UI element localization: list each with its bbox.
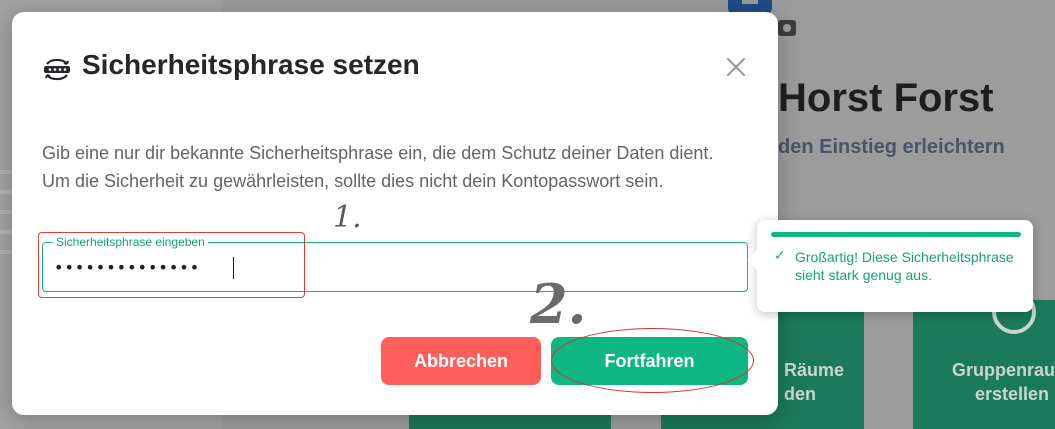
card-rooms-label-2: den bbox=[784, 384, 817, 404]
strength-popover: ✓ Großartig! Diese Sicherheitsphrase sie… bbox=[747, 220, 1033, 312]
annotation-highlight-ellipse bbox=[551, 328, 754, 393]
dialog-title: Sicherheitsphrase setzen bbox=[82, 49, 420, 80]
strength-message: Großartig! Diese Sicherheitsphrase sieht… bbox=[795, 249, 1014, 283]
card-group-label-2: erstellen bbox=[975, 384, 1050, 404]
annotation-step-1: 1. bbox=[333, 200, 362, 235]
camera-icon bbox=[778, 20, 796, 36]
welcome-subtitle: den Einstieg erleichtern bbox=[778, 136, 1005, 158]
annotation-highlight-box bbox=[38, 232, 305, 298]
strength-meter bbox=[771, 232, 1021, 237]
card-group-label: Gruppenrau bbox=[952, 360, 1055, 380]
cancel-button[interactable]: Abbrechen bbox=[381, 337, 541, 385]
card-rooms-label: Räume bbox=[784, 360, 845, 380]
annotation-step-2: 2. bbox=[530, 272, 587, 336]
dialog-description: Gib eine nur dir bekannte Sicherheitsphr… bbox=[42, 143, 714, 191]
welcome-heading: Horst Forst bbox=[778, 76, 994, 120]
key-sync-icon bbox=[44, 58, 70, 81]
close-icon[interactable] bbox=[723, 54, 749, 80]
checkmark-icon: ✓ bbox=[774, 247, 786, 263]
